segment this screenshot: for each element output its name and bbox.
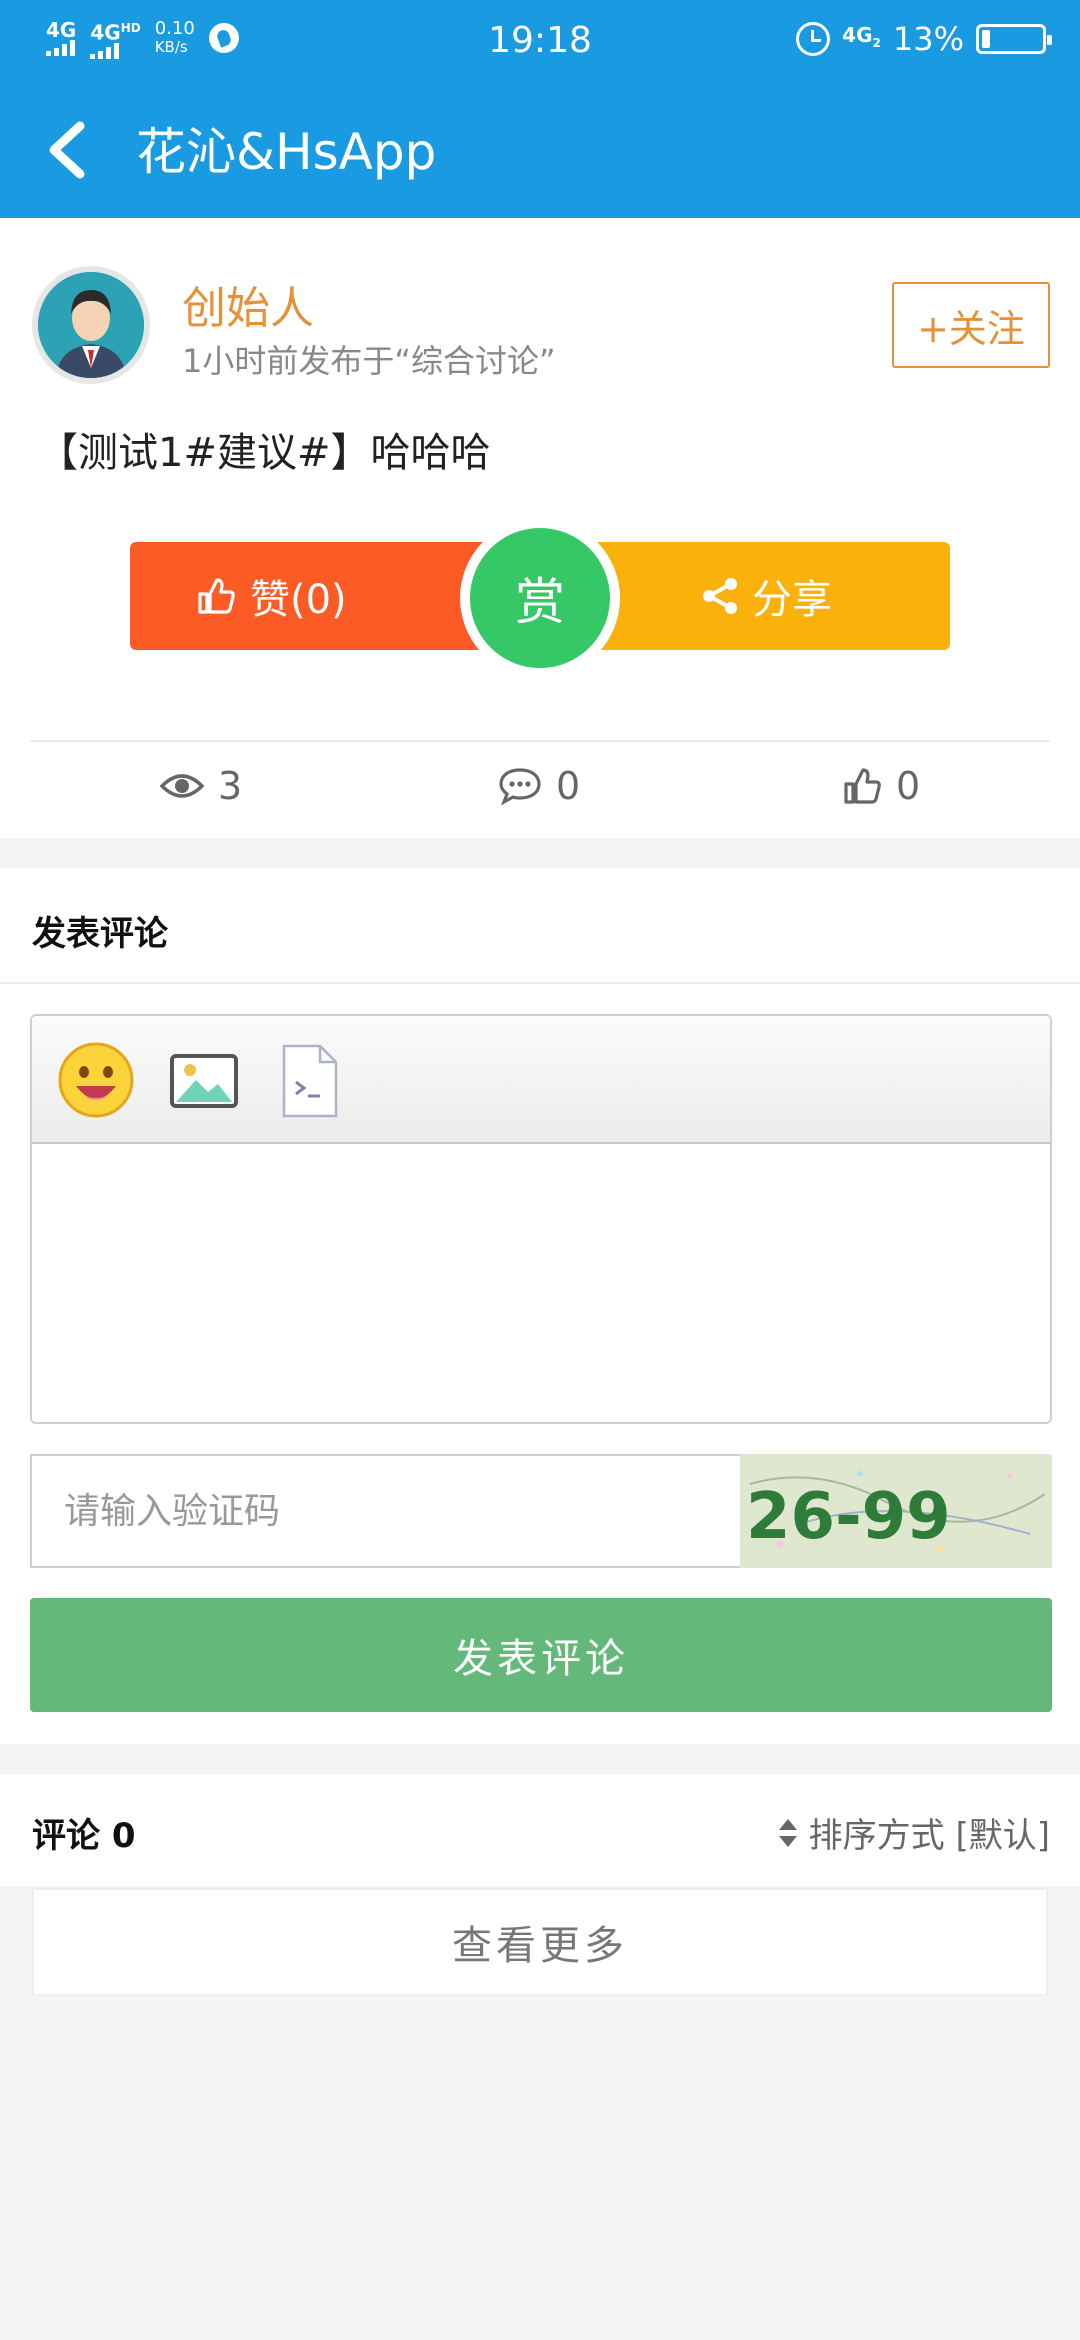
post-body: 【测试1#建议#】哈哈哈 <box>38 430 491 476</box>
divider <box>0 982 1080 984</box>
avatar-image <box>38 272 144 378</box>
network-sub: 2 <box>872 36 881 50</box>
comment-composer: 发表评论 请输入验证码 26-99 发表评论 <box>0 868 1080 1744</box>
thumbs-up-icon <box>844 768 881 804</box>
eye-icon <box>160 774 204 798</box>
comments-count: 0 <box>556 764 581 808</box>
nav-bar: 花沁&HsApp <box>0 86 1080 218</box>
editor-toolbar <box>32 1016 1050 1144</box>
views-stat: 3 <box>160 764 242 808</box>
image-icon[interactable] <box>164 1040 244 1120</box>
divider <box>30 740 1050 742</box>
like-button[interactable]: 赞(0) <box>130 542 490 650</box>
status-bar: 4G 4GHD 0.10 KB/s 19:18 4G2 13% <box>0 0 1080 86</box>
comment-editor <box>30 1014 1052 1424</box>
post-card: 创始人 1小时前发布于“综合讨论” +关注 【测试1#建议#】哈哈哈 赞(0) … <box>0 218 1080 838</box>
back-icon[interactable] <box>40 120 100 180</box>
sort-button[interactable]: 排序方式 [默认] <box>777 1808 1050 1857</box>
post-actions: 赞(0) 分享 赏 <box>130 518 950 678</box>
captcha-code: 26-99 <box>746 1480 951 1554</box>
share-button[interactable]: 分享 <box>590 542 950 650</box>
comments-stat: 0 <box>498 764 580 808</box>
network-type: 4G <box>842 23 873 47</box>
avatar[interactable] <box>32 266 150 384</box>
follow-button[interactable]: +关注 <box>892 282 1050 368</box>
reward-button[interactable]: 赏 <box>460 518 620 678</box>
comments-title: 评论 0 <box>32 1816 136 1856</box>
network-indicator: 4G2 <box>842 25 881 53</box>
captcha-image[interactable]: 26-99 <box>740 1454 1052 1568</box>
thumbs-up-icon <box>198 578 235 614</box>
battery-icon <box>976 24 1052 54</box>
like-label: 赞(0) <box>250 577 347 623</box>
comments-header: 评论 0 排序方式 [默认] <box>0 1774 1080 1886</box>
emoji-icon[interactable] <box>56 1040 136 1120</box>
likes-count: 0 <box>896 764 921 808</box>
battery-fill <box>982 30 990 48</box>
captcha-graphic: 26-99 <box>740 1454 1052 1568</box>
alarm-icon <box>796 22 831 56</box>
composer-title: 发表评论 <box>32 914 168 954</box>
page-title: 花沁&HsApp <box>136 123 437 181</box>
post-meta: 1小时前发布于“综合讨论” <box>182 342 556 380</box>
battery-percent: 13% <box>892 20 964 58</box>
comment-icon <box>499 768 541 806</box>
views-count: 3 <box>218 764 243 808</box>
submit-comment-button[interactable]: 发表评论 <box>30 1598 1052 1712</box>
code-icon[interactable] <box>270 1040 350 1120</box>
sort-label: 排序方式 [默认] <box>808 1816 1050 1856</box>
author-name[interactable]: 创始人 <box>182 272 314 336</box>
likes-stat: 0 <box>842 764 920 808</box>
sort-icon <box>778 1818 797 1847</box>
view-more-button[interactable]: 查看更多 <box>32 1888 1048 1996</box>
reward-label: 赏 <box>515 573 565 631</box>
captcha-row: 26-99 <box>30 1454 1052 1568</box>
captcha-input[interactable] <box>30 1454 740 1568</box>
comment-textarea[interactable] <box>32 1144 1050 1422</box>
share-icon <box>703 578 737 614</box>
status-right: 4G2 13% <box>796 20 1052 58</box>
share-label: 分享 <box>752 577 832 623</box>
